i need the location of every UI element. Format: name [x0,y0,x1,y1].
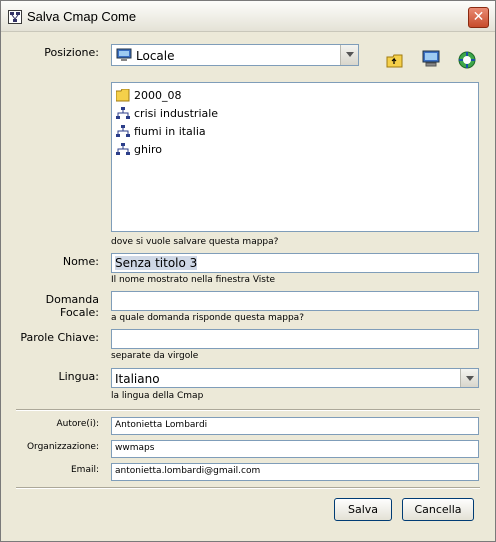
email-label: Email: [70,465,99,475]
language-value: Italiano [115,372,160,386]
cmap-icon [116,143,130,156]
separator [16,487,480,489]
author-label: Autore(i): [56,419,100,429]
name-input[interactable]: Senza titolo 3 [111,253,479,273]
location-dropdown[interactable]: Locale [111,44,359,66]
organization-label: Organizzazione: [26,442,99,452]
organization-input[interactable]: wwmaps [111,440,479,458]
cancel-button[interactable]: Cancella [402,498,474,521]
location-value: Locale [136,49,175,63]
language-dropdown[interactable]: Italiano [111,368,479,388]
network-places-icon[interactable] [457,50,477,70]
chevron-down-icon[interactable] [340,45,358,65]
author-input[interactable]: Antonietta Lombardi [111,417,479,435]
location-label: Posizione: [44,46,99,59]
cmap-app-icon [8,10,22,24]
location-file-list[interactable]: 2000_08 crisi industriale fiumi in itali… [111,82,479,232]
language-label: Lingua: [58,370,99,383]
separator [16,409,480,411]
name-hint: Il nome mostrato nella finestra Viste [111,275,276,285]
name-label: Nome: [62,255,99,268]
parent-folder-icon[interactable] [385,51,405,71]
focus-question-label: Domanda Focale: [45,293,99,319]
close-button[interactable]: ✕ [468,7,489,28]
folder-icon [115,88,130,102]
keywords-input[interactable] [111,329,479,349]
close-icon: ✕ [472,9,485,25]
focus-question-input[interactable] [111,291,479,311]
focus-question-hint: a quale domanda risponde questa mappa? [111,313,304,323]
keywords-hint: separate da virgole [111,351,199,361]
save-cmap-dialog: Salva Cmap Come ✕ Posizione: Locale 2000… [0,0,496,542]
location-hint: dove si vuole salvare questa mappa? [111,237,279,247]
local-computer-icon[interactable] [421,49,441,69]
window-title: Salva Cmap Come [27,9,137,24]
cmap-icon [116,125,130,138]
title-bar: Salva Cmap Come ✕ [1,1,495,32]
language-hint: la lingua della Cmap [111,391,204,401]
cmap-icon [116,107,130,120]
chevron-down-icon[interactable] [460,369,478,387]
email-input[interactable]: antonietta.lombardi@gmail.com [111,463,479,481]
keywords-label: Parole Chiave: [20,331,99,344]
save-button[interactable]: Salva [334,498,392,521]
computer-icon [116,48,132,62]
